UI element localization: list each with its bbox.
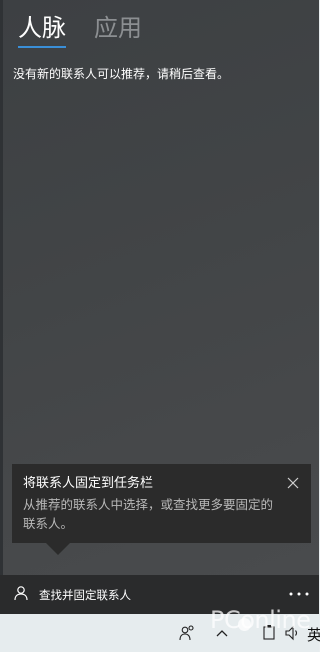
tip-body: 从推荐的联系人中选择，或查找更多要固定的联系人。 — [23, 497, 274, 531]
find-and-pin-button[interactable]: 查找并固定联系人 — [13, 575, 131, 614]
ime-indicator[interactable]: 英 — [307, 624, 320, 645]
person-icon — [13, 585, 29, 605]
people-panel: 人脉 应用 没有新的联系人可以推荐，请稍后查看。 将联系人固定到任务栏 从推荐的… — [0, 0, 319, 614]
bottom-bar: 查找并固定联系人 — [0, 575, 319, 614]
find-and-pin-label: 查找并固定联系人 — [39, 587, 131, 602]
chevron-up-icon[interactable] — [214, 624, 230, 642]
tab-people[interactable]: 人脉 — [18, 12, 66, 48]
more-dots-icon[interactable] — [288, 585, 310, 603]
pin-tip-popup: 将联系人固定到任务栏 从推荐的联系人中选择，或查找更多要固定的联系人。 — [12, 464, 311, 555]
tab-apps[interactable]: 应用 — [94, 12, 142, 44]
close-icon[interactable] — [286, 475, 300, 489]
volume-icon[interactable] — [284, 624, 302, 642]
battery-icon[interactable] — [262, 624, 278, 642]
taskbar: 英 — [0, 614, 320, 652]
tip-title: 将联系人固定到任务栏 — [23, 476, 154, 491]
people-icon[interactable] — [178, 624, 196, 642]
watermark-logo-icon — [238, 618, 251, 631]
empty-notice: 没有新的联系人可以推荐，请稍后查看。 — [13, 67, 230, 81]
tab-bar: 人脉 应用 — [18, 12, 142, 48]
